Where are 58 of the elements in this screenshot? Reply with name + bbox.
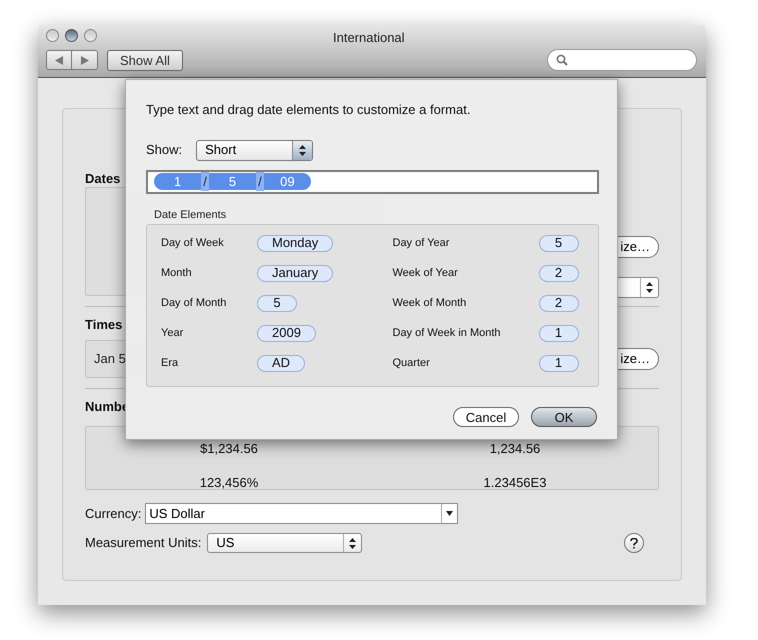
element-label: Era [161, 356, 180, 371]
element-label: Day of Week [161, 236, 225, 251]
number-sample: 1,234.56 [490, 440, 540, 458]
help-button[interactable] [624, 533, 644, 553]
separator-token[interactable]: / [256, 172, 264, 192]
stepper-arrows-icon [646, 282, 653, 293]
caret-icon [446, 511, 454, 516]
date-element-token[interactable]: 2 [538, 294, 578, 312]
date-element-token[interactable]: 2009 [257, 324, 316, 342]
separator-token[interactable]: / [201, 172, 209, 192]
date-element-token[interactable]: 1 [538, 324, 578, 342]
format-field[interactable]: 1 / 5 / 09 [146, 170, 599, 194]
left-arrow-icon [55, 56, 63, 64]
number-sample: 1.23456E3 [484, 474, 546, 492]
date-element-token[interactable]: 1 [538, 354, 578, 372]
ok-button[interactable]: OK [531, 407, 597, 427]
element-label: Day of Week in Month [392, 326, 502, 341]
section-heading: Times [85, 316, 122, 332]
zoom-button[interactable] [84, 29, 97, 42]
field-label: Show: [146, 141, 182, 160]
element-label: Month [161, 266, 193, 281]
date-element-token[interactable]: 2 [538, 264, 578, 282]
section-heading: Numbe [85, 398, 130, 414]
field-label: Currency: [85, 504, 142, 523]
date-element-token[interactable]: January [257, 264, 334, 282]
element-label: Quarter [392, 356, 431, 371]
element-label: Week of Month [392, 296, 468, 311]
question-mark-icon [630, 538, 638, 548]
element-label: Week of Year [392, 266, 459, 281]
field-label: Measurement Units: [85, 534, 202, 552]
time-sample: Jan 5 [94, 350, 126, 368]
currency-combo-box[interactable]: US Dollar [145, 503, 458, 524]
close-button[interactable] [46, 29, 59, 42]
date-element-token[interactable]: AD [257, 354, 306, 372]
forward-button[interactable] [72, 50, 98, 70]
element-label: Year [161, 326, 184, 341]
right-arrow-icon [80, 56, 88, 64]
number-sample: $1,234.56 [200, 440, 258, 458]
element-label: Day of Month [161, 296, 228, 311]
group-title: Date Elements [154, 208, 228, 222]
date-element-token[interactable]: 5 [257, 294, 297, 312]
cancel-button[interactable]: Cancel [453, 407, 519, 427]
stepper-arrows-icon [299, 144, 306, 156]
instruction-text: Type text and drag date elements to customize a format. [146, 101, 472, 119]
number-sample: 123,456% [200, 474, 258, 492]
search-icon [556, 54, 568, 66]
section-heading: Dates [85, 170, 120, 186]
minimize-button[interactable] [65, 29, 78, 42]
window-title: International [333, 29, 405, 47]
date-element-token[interactable]: Monday [257, 234, 334, 252]
search-field[interactable] [547, 49, 697, 71]
element-label: Day of Year [392, 236, 450, 251]
show-all-button[interactable]: Show All [107, 50, 183, 71]
back-button[interactable] [46, 50, 72, 70]
stepper-arrows-icon [349, 538, 356, 548]
show-popup[interactable]: Short [196, 140, 314, 160]
measurement-popup[interactable]: US [207, 533, 362, 553]
date-element-token[interactable]: 5 [538, 234, 578, 252]
